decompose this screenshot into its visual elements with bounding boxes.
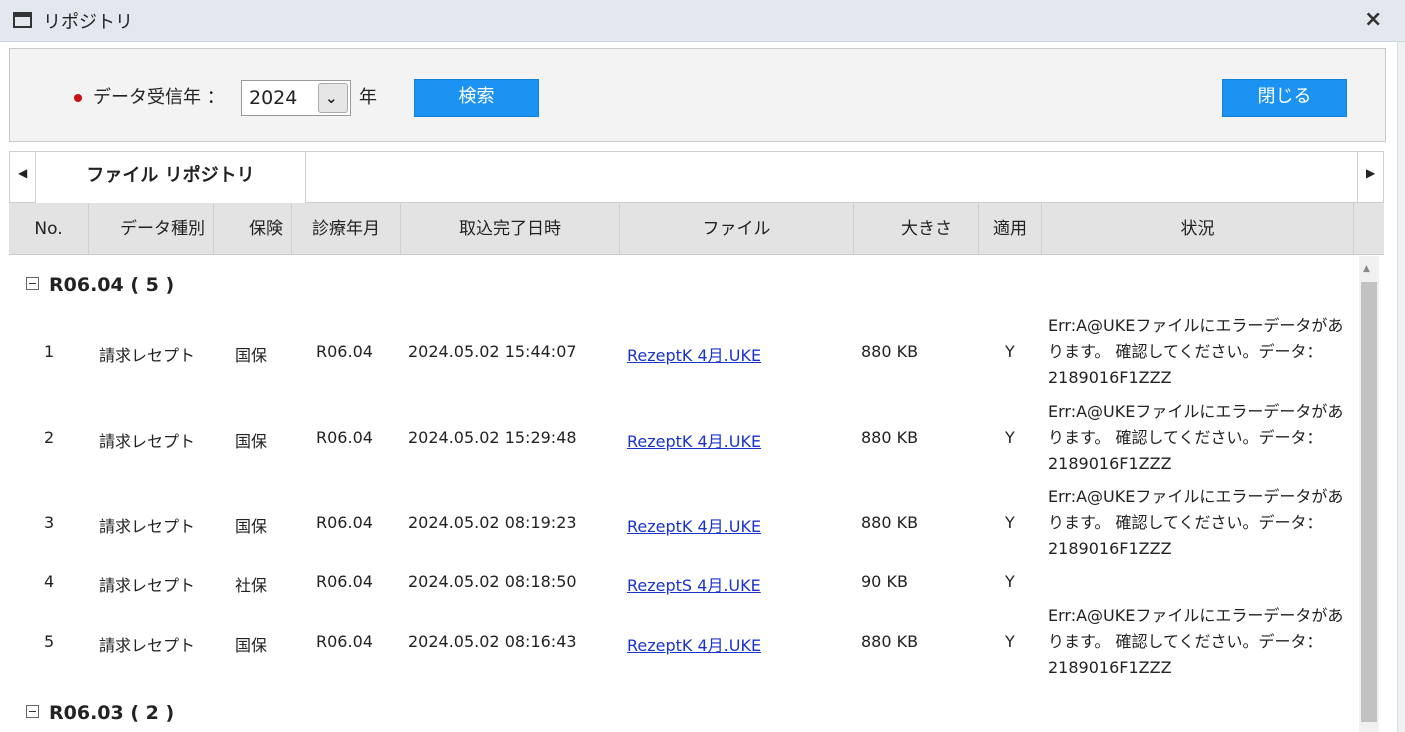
table-row[interactable]: 2 請求レセプト 国保 R06.04 2024.05.02 15:29:48 R… [9, 402, 1354, 474]
collapse-icon[interactable] [26, 705, 39, 718]
column-header[interactable]: 適用 [979, 203, 1042, 255]
cell-status: Err:A@UKEファイルにエラーデータがあります。 確認してください。データ：… [1048, 402, 1344, 473]
column-header[interactable]: 保険 [214, 203, 292, 255]
cell-no: 5 [44, 632, 55, 651]
group-label: R06.03 ( 2 ) [49, 702, 175, 724]
cell-no: 3 [44, 513, 55, 532]
cell-type: 請求レセプト [99, 432, 196, 451]
window-icon [13, 12, 32, 28]
close-icon[interactable]: × [1364, 9, 1382, 31]
cell-type: 請求レセプト [99, 346, 196, 365]
scroll-up-icon[interactable]: ▲ [1363, 264, 1370, 274]
cell-type: 請求レセプト [99, 576, 196, 595]
window-title: リポジトリ [43, 12, 133, 33]
cell-no: 1 [44, 342, 55, 361]
group-label: R06.04 ( 5 ) [49, 274, 175, 296]
column-header[interactable]: データ種別 [89, 203, 214, 255]
year-suffix: 年 [359, 87, 377, 108]
cell-size: 90 KB [861, 572, 908, 591]
cell-ym: R06.04 [316, 342, 373, 361]
cell-insurance: 国保 [235, 636, 268, 655]
group-header[interactable]: R06.04 ( 5 ) [26, 274, 174, 296]
required-icon [74, 94, 82, 102]
cell-size: 880 KB [861, 428, 919, 447]
chevron-down-icon[interactable]: ⌄ [318, 83, 348, 113]
column-header[interactable]: 状況 [1042, 203, 1354, 255]
title-bar: リポジトリ × [0, 0, 1405, 42]
scrollbar-thumb[interactable] [1361, 282, 1377, 722]
table-row[interactable]: 5 請求レセプト 国保 R06.04 2024.05.02 08:16:43 R… [9, 606, 1354, 678]
cell-size: 880 KB [861, 513, 919, 532]
cell-datetime: 2024.05.02 08:16:43 [408, 632, 577, 651]
file-link[interactable]: RezeptK 4月.UKE [627, 428, 761, 452]
close-button[interactable]: 閉じる [1222, 79, 1347, 117]
cell-ym: R06.04 [316, 428, 373, 447]
cell-ym: R06.04 [316, 632, 373, 651]
search-button[interactable]: 検索 [414, 79, 539, 117]
file-link[interactable]: RezeptK 4月.UKE [627, 342, 761, 366]
cell-size: 880 KB [861, 342, 919, 361]
tab-file-repository[interactable]: ファイル リポジトリ [36, 152, 306, 203]
cell-apply: Y [1005, 342, 1015, 361]
cell-datetime: 2024.05.02 15:29:48 [408, 428, 577, 447]
group-header[interactable]: R06.03 ( 2 ) [26, 702, 174, 724]
cell-no: 2 [44, 428, 55, 447]
tab-scroll-left-icon[interactable]: ◀ [10, 152, 36, 202]
cell-type: 請求レセプト [99, 636, 196, 655]
table-header: No. データ種別 保険 診療年月 取込完了日時 ファイル 大きさ 適用 状況 [9, 203, 1384, 255]
year-select[interactable]: 2024 ⌄ [241, 80, 351, 116]
year-label: データ受信年 ： [93, 87, 225, 108]
table-row[interactable]: 4 請求レセプト 社保 R06.04 2024.05.02 08:18:50 R… [9, 570, 1354, 596]
cell-type: 請求レセプト [99, 517, 196, 536]
cell-ym: R06.04 [316, 513, 373, 532]
cell-insurance: 国保 [235, 346, 268, 365]
table-row[interactable]: 3 請求レセプト 国保 R06.04 2024.05.02 08:19:23 R… [9, 487, 1354, 559]
cell-status: Err:A@UKEファイルにエラーデータがあります。 確認してください。データ：… [1048, 316, 1344, 387]
file-link[interactable]: RezeptS 4月.UKE [627, 572, 761, 596]
cell-status: Err:A@UKEファイルにエラーデータがあります。 確認してください。データ：… [1048, 606, 1344, 677]
year-select-value: 2024 [249, 87, 298, 109]
tab-scroll-right-icon[interactable]: ▶ [1357, 152, 1383, 202]
column-header[interactable]: 診療年月 [292, 203, 401, 255]
cell-insurance: 社保 [235, 576, 268, 595]
cell-datetime: 2024.05.02 15:44:07 [408, 342, 577, 361]
cell-no: 4 [44, 572, 55, 591]
vertical-scrollbar[interactable]: ▲ [1359, 256, 1379, 732]
cell-datetime: 2024.05.02 08:19:23 [408, 513, 577, 532]
file-link[interactable]: RezeptK 4月.UKE [627, 632, 761, 656]
file-link[interactable]: RezeptK 4月.UKE [627, 513, 761, 537]
cell-ym: R06.04 [316, 572, 373, 591]
cell-insurance: 国保 [235, 432, 268, 451]
cell-apply: Y [1005, 428, 1015, 447]
cell-apply: Y [1005, 572, 1015, 591]
search-toolbar: データ受信年 ： 2024 ⌄ 年 検索 閉じる [9, 48, 1386, 142]
cell-status: Err:A@UKEファイルにエラーデータがあります。 確認してください。データ：… [1048, 487, 1344, 558]
column-header[interactable]: ファイル [620, 203, 854, 255]
cell-size: 880 KB [861, 632, 919, 651]
tab-bar: ◀ ファイル リポジトリ ▶ [9, 151, 1384, 203]
cell-apply: Y [1005, 513, 1015, 532]
collapse-icon[interactable] [26, 277, 39, 290]
background-strip [1397, 42, 1405, 732]
cell-datetime: 2024.05.02 08:18:50 [408, 572, 577, 591]
table-row[interactable]: 1 請求レセプト 国保 R06.04 2024.05.02 15:44:07 R… [9, 316, 1354, 388]
cell-apply: Y [1005, 632, 1015, 651]
column-header[interactable]: 取込完了日時 [401, 203, 620, 255]
column-header[interactable]: No. [9, 203, 89, 255]
table-body: R06.04 ( 5 ) 1 請求レセプト 国保 R06.04 2024.05.… [9, 256, 1384, 732]
cell-insurance: 国保 [235, 517, 268, 536]
column-header[interactable]: 大きさ [854, 203, 979, 255]
